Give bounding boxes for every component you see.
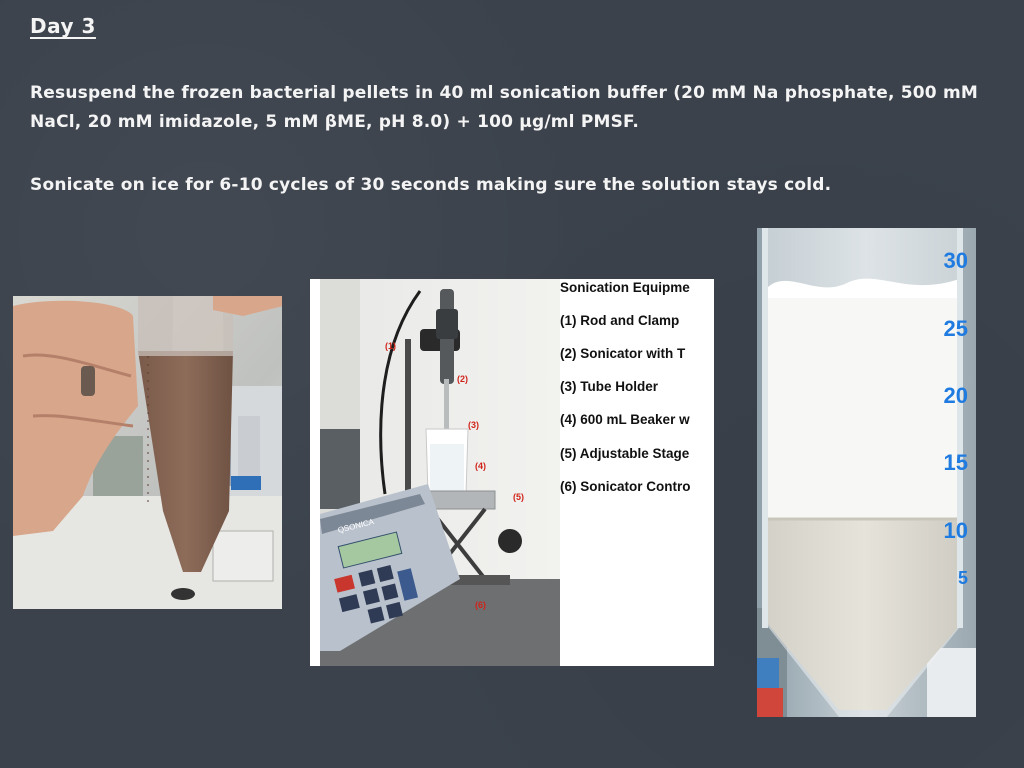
callout-5: (5): [513, 492, 524, 502]
callout-6: (6): [475, 600, 486, 610]
callout-2: (2): [457, 374, 468, 384]
legend-item-controller: (6) Sonicator Contro: [560, 479, 691, 494]
legend-item-beaker: (4) 600 mL Beaker w: [560, 412, 690, 427]
resuspend-instruction: Resuspend the frozen bacterial pellets i…: [30, 83, 978, 132]
sonicate-instruction: Sonicate on ice for 6-10 cycles of 30 se…: [30, 175, 832, 195]
scale-mark-15: 15: [943, 450, 968, 475]
scale-mark-25: 25: [943, 316, 968, 341]
callout-1: (1): [385, 341, 396, 351]
legend-item-tube-holder: (3) Tube Holder: [560, 379, 659, 394]
legend-item-stage: (5) Adjustable Stage: [560, 446, 690, 461]
scale-mark-5: 5: [957, 568, 968, 588]
legend-item-sonicator: (2) Sonicator with T: [560, 346, 686, 361]
scale-mark-20: 20: [943, 383, 968, 408]
legend-item-rod: (1) Rod and Clamp: [560, 313, 680, 328]
callout-4: (4): [475, 461, 486, 471]
legend-title: Sonication Equipme: [560, 280, 690, 295]
sonicated-lysate-photo: 30 25 20 15 10 5: [757, 228, 976, 717]
equipment-legend: Sonication Equipme (1) Rod and Clamp (2)…: [560, 279, 714, 509]
callout-3: (3): [468, 420, 479, 430]
resuspended-pellet-photo: [13, 296, 282, 609]
sonication-equipment-figure: QSONICA (1) (2) (3) (4) (5) (6) Sonicati…: [310, 279, 714, 666]
scale-mark-30: 30: [943, 248, 968, 273]
slide-title: Day 3: [30, 14, 96, 38]
scale-mark-10: 10: [943, 518, 968, 543]
